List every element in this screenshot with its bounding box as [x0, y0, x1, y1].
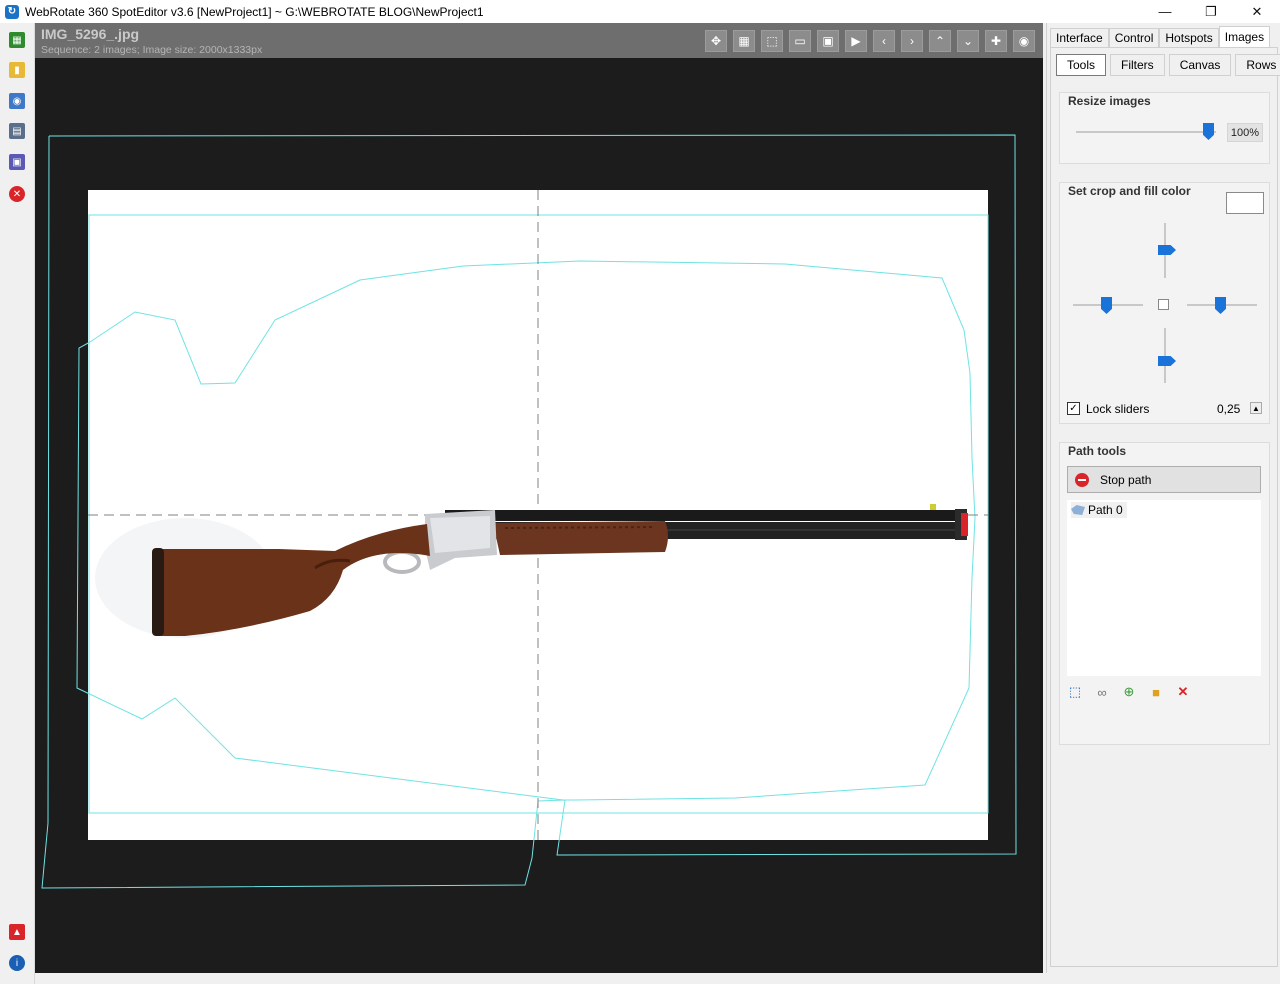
main-tabs: Interface Control Hotspots Images [1050, 26, 1271, 47]
pdf-help-icon[interactable]: ▲ [9, 924, 25, 940]
tab-interface[interactable]: Interface [1050, 28, 1109, 47]
window-title: WebRotate 360 SpotEditor v3.6 [NewProjec… [25, 4, 484, 19]
viewer-toolbar: ✥ ▦ ⬚ ▭ ▣ ▶ ‹ › ⌃ ⌄ ✚ ◉ [705, 30, 1035, 52]
play-icon[interactable]: ▶ [845, 30, 867, 52]
info-icon[interactable]: i [9, 955, 25, 971]
crop-center-icon [1158, 299, 1169, 310]
minimize-button[interactable]: — [1142, 0, 1188, 23]
sequence-info: Sequence: 2 images; Image size: 2000x133… [41, 44, 263, 56]
subtab-rows[interactable]: Rows [1235, 54, 1280, 76]
up-icon[interactable]: ⌃ [929, 30, 951, 52]
image-canvas[interactable] [35, 58, 1043, 973]
close-project-icon[interactable]: ✕ [9, 186, 25, 202]
path-list: Path 0 [1067, 500, 1261, 676]
save-icon[interactable]: ▣ [9, 154, 25, 170]
crop-fill-group: Set crop and fill color ✓ Lock sliders 0… [1059, 182, 1270, 424]
link-icon[interactable]: ∞ [1094, 684, 1110, 700]
crop-bottom-track [1164, 328, 1166, 383]
crop-top-thumb[interactable] [1158, 245, 1176, 255]
resize-slider-thumb[interactable] [1203, 123, 1214, 140]
fill-color-swatch[interactable] [1226, 192, 1264, 214]
window-controls: — ❐ ✕ [1142, 0, 1280, 23]
restore-button[interactable]: ❐ [1188, 0, 1234, 23]
tab-control[interactable]: Control [1108, 28, 1160, 47]
image-viewer: IMG_5296_.jpg Sequence: 2 images; Image … [35, 23, 1043, 973]
lock-sliders-checkbox[interactable]: ✓ [1067, 402, 1080, 415]
subtab-filters[interactable]: Filters [1110, 54, 1165, 76]
grid-icon[interactable]: ▦ [733, 30, 755, 52]
prev-icon[interactable]: ‹ [873, 30, 895, 52]
tab-images[interactable]: Images [1218, 26, 1271, 47]
print-icon[interactable]: ▤ [9, 123, 25, 139]
lock-value[interactable]: 0,25 [1217, 402, 1240, 416]
image-subtabs: Tools Filters Canvas Rows [1056, 54, 1280, 76]
resize-slider-track [1076, 131, 1216, 133]
zoom-in-icon[interactable]: ✚ [985, 30, 1007, 52]
webrotate-logo-icon: ↻ [5, 4, 19, 19]
publish-icon[interactable]: ◉ [9, 93, 25, 109]
resize-images-group: Resize images 100% [1059, 92, 1270, 164]
crop-left-thumb[interactable] [1101, 297, 1112, 314]
properties-panel: Interface Control Hotspots Images Tools … [1046, 23, 1280, 973]
next-icon[interactable]: › [901, 30, 923, 52]
selection-icon[interactable]: ⬚ [761, 30, 783, 52]
path-item-label: Path 0 [1088, 503, 1123, 517]
close-button[interactable]: ✕ [1234, 0, 1280, 23]
subtab-canvas[interactable]: Canvas [1168, 54, 1232, 76]
subtab-tools[interactable]: Tools [1056, 54, 1107, 76]
select-rect-icon[interactable]: ⬚ [1067, 684, 1083, 700]
fit-icon[interactable]: ▣ [817, 30, 839, 52]
add-images-icon[interactable]: ▦ [9, 32, 25, 48]
path-tools-group: Path tools Stop path Path 0 ⬚ ∞ ⊕ ■ ✕ [1059, 442, 1270, 745]
stop-icon [1075, 472, 1089, 487]
down-icon[interactable]: ⌄ [957, 30, 979, 52]
path-tool-icons: ⬚ ∞ ⊕ ■ ✕ [1067, 684, 1191, 700]
lock-sliders-label: Lock sliders [1086, 402, 1150, 416]
image-info-bar: IMG_5296_.jpg Sequence: 2 images; Image … [35, 23, 1043, 58]
path-shape-icon [1071, 505, 1085, 515]
lock-value-spinner[interactable]: ▲ [1250, 402, 1262, 414]
image-name: IMG_5296_.jpg [41, 26, 140, 42]
crop-icon[interactable]: ▭ [789, 30, 811, 52]
record-icon[interactable]: ◉ [1013, 30, 1035, 52]
left-toolbar: ▦ ▮ ◉ ▤ ▣ ✕ ▲ i [0, 23, 35, 984]
path-tools-title: Path tools [1068, 444, 1127, 458]
images-tab-content: Tools Filters Canvas Rows Resize images … [1050, 47, 1280, 967]
stop-path-label: Stop path [1100, 472, 1152, 487]
move-icon[interactable]: ✥ [705, 30, 727, 52]
tab-hotspots[interactable]: Hotspots [1159, 28, 1219, 47]
crop-right-thumb[interactable] [1215, 297, 1226, 314]
resize-value: 100% [1227, 123, 1263, 142]
unlock-icon[interactable]: ■ [1148, 684, 1164, 700]
stop-path-button[interactable]: Stop path [1067, 466, 1261, 493]
path-list-item[interactable]: Path 0 [1071, 502, 1127, 518]
open-folder-icon[interactable]: ▮ [9, 62, 25, 78]
status-strip [35, 973, 1280, 984]
crop-fill-title: Set crop and fill color [1068, 184, 1191, 198]
title-bar: ↻ WebRotate 360 SpotEditor v3.6 [NewProj… [0, 0, 1280, 23]
crop-bottom-thumb[interactable] [1158, 356, 1176, 366]
add-link-icon[interactable]: ⊕ [1121, 684, 1137, 700]
delete-icon[interactable]: ✕ [1175, 684, 1191, 700]
resize-images-title: Resize images [1068, 94, 1151, 108]
